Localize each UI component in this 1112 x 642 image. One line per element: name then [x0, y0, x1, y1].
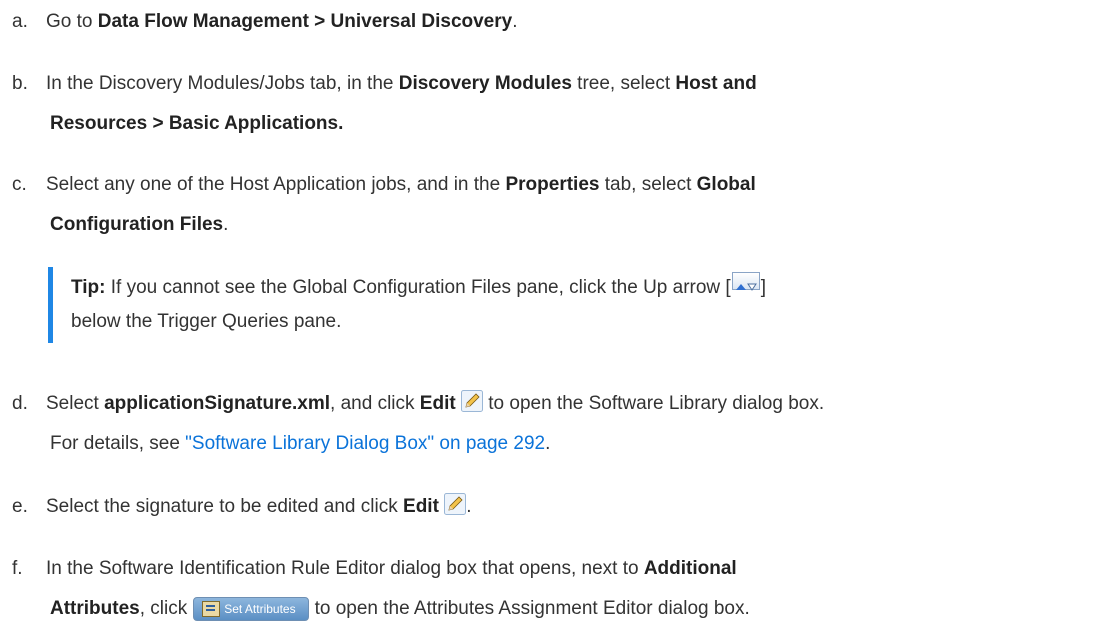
step-text: tab, select [599, 174, 697, 195]
ui-term: Resources > Basic Applications. [50, 113, 344, 134]
ui-term: Edit [403, 496, 439, 517]
step-text: . [223, 214, 229, 235]
menu-path: Data Flow Management > Universal Discove… [97, 11, 513, 32]
ui-term: Additional [643, 558, 737, 579]
step-marker: d. [12, 393, 28, 414]
step-d-continued: For details, see "Software Library Dialo… [12, 427, 1112, 461]
step-marker: e. [12, 496, 28, 517]
step-f-continued: Attributes, click Set Attributes to open t… [12, 592, 1112, 626]
step-text: In the Software Identification Rule Edit… [46, 558, 644, 579]
ui-term: Edit [419, 393, 456, 414]
step-text: to open the Attributes Assignment Editor… [314, 598, 750, 619]
step-marker: c. [12, 174, 27, 195]
step-c: c. Select any one of the Host Application… [12, 168, 1107, 202]
step-text: For details, see [50, 433, 186, 454]
tip-label: Tip: [71, 277, 106, 298]
step-text: , click [139, 598, 188, 619]
step-text: Select any one of the Host Application j… [46, 174, 506, 195]
step-c-continued: Configuration Files. [12, 208, 1112, 242]
set-attributes-button: Set Attributes [193, 597, 309, 621]
step-d: d. Select applicationSignature.xml, and c… [12, 387, 1107, 424]
tip-box: Tip: If you cannot see the Global Config… [48, 267, 971, 343]
step-text: . [545, 433, 551, 454]
pencil-icon [460, 390, 483, 424]
step-text: , and click [330, 393, 420, 414]
step-text: . [466, 496, 472, 517]
document-page: a. Go to Data Flow Management > Universal… [0, 0, 1112, 642]
step-text: to open the Software Library dialog box. [482, 393, 825, 414]
step-text: . [512, 11, 518, 32]
step-marker: f. [12, 558, 23, 579]
step-text: Select the signature to be edited and cl… [46, 496, 404, 517]
tip-text: If you cannot see the Global Configurati… [105, 277, 731, 298]
pencil-icon [444, 493, 467, 527]
ui-term: Discovery Modules [398, 73, 572, 94]
step-text: Go to [46, 11, 98, 32]
set-attributes-label: Set Attributes [224, 602, 296, 616]
tip-text: below the Trigger Queries pane. [71, 311, 342, 332]
tip-text: ] [760, 277, 766, 298]
step-marker: b. [12, 73, 28, 94]
ui-term: Configuration Files [50, 214, 224, 235]
ui-term: Host and [675, 73, 757, 94]
step-f: f. In the Software Identification Rule Ed… [12, 552, 1107, 586]
ui-term: Global [696, 174, 756, 195]
step-a: a. Go to Data Flow Management > Universal… [12, 5, 1107, 39]
properties-icon [202, 601, 221, 617]
step-text: In the Discovery Modules/Jobs tab, in th… [46, 73, 399, 94]
step-b-continued: Resources > Basic Applications. [12, 107, 1112, 141]
step-e: e. Select the signature to be edited and … [12, 490, 1107, 527]
ui-term: Properties [505, 174, 600, 195]
cross-reference-link[interactable]: "Software Library Dialog Box" on page 29… [185, 433, 545, 454]
file-name: applicationSignature.xml [104, 393, 331, 414]
ui-term: Attributes [50, 598, 140, 619]
up-down-arrow-icon [731, 272, 760, 291]
step-text: Select [46, 393, 105, 414]
step-text: tree, select [571, 73, 676, 94]
step-b: b. In the Discovery Modules/Jobs tab, in … [12, 67, 1107, 101]
step-marker: a. [12, 11, 28, 32]
